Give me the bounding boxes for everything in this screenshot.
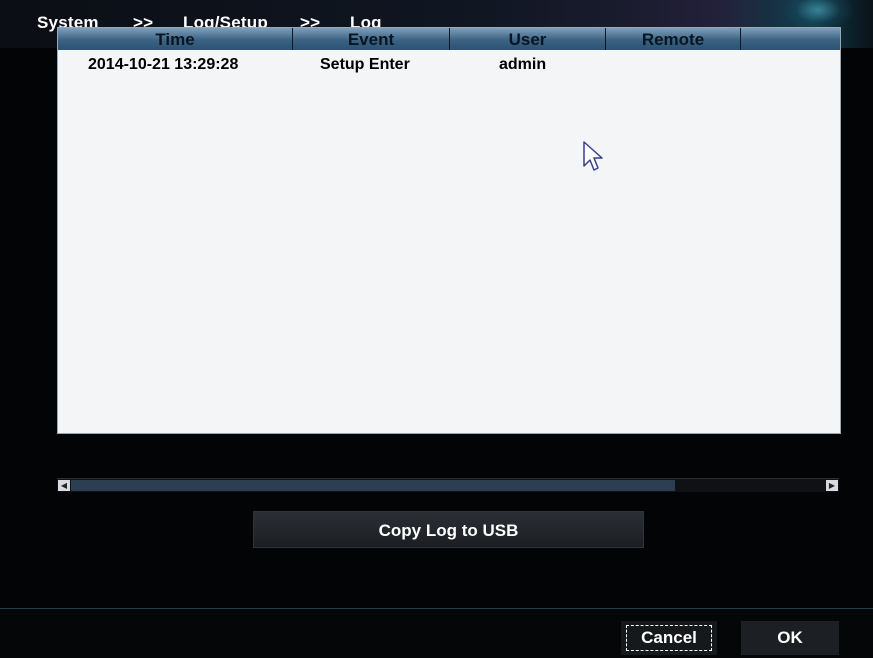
copy-log-to-usb-button[interactable]: Copy Log to USB xyxy=(253,511,644,548)
log-screen: System >> Log/Setup >> Log Time Event Us… xyxy=(0,0,873,658)
ok-button[interactable]: OK xyxy=(741,621,839,655)
cancel-button[interactable]: Cancel xyxy=(621,621,717,655)
mouse-pointer-icon xyxy=(583,141,603,171)
column-header-remote[interactable]: Remote xyxy=(606,28,741,50)
scroll-right-arrow-icon[interactable]: ▶ xyxy=(826,480,838,491)
horizontal-scrollbar[interactable]: ◀ ▶ xyxy=(57,478,839,492)
row-event: Setup Enter xyxy=(320,56,410,73)
focus-outline xyxy=(626,625,712,651)
row-user: admin xyxy=(499,56,547,73)
column-header-event[interactable]: Event xyxy=(293,28,450,50)
log-table[interactable]: Time Event User Remote 2014-10-21 13:29:… xyxy=(57,27,841,434)
row-time: 2014-10-21 13:29:28 xyxy=(88,56,239,73)
log-table-header: Time Event User Remote xyxy=(58,28,840,50)
title-glow xyxy=(783,0,853,30)
column-header-time[interactable]: Time xyxy=(58,28,293,50)
footer-bar: Cancel OK xyxy=(0,608,873,658)
scrollbar-thumb[interactable] xyxy=(71,480,675,491)
scroll-left-arrow-icon[interactable]: ◀ xyxy=(58,480,70,491)
column-header-user[interactable]: User xyxy=(450,28,606,50)
